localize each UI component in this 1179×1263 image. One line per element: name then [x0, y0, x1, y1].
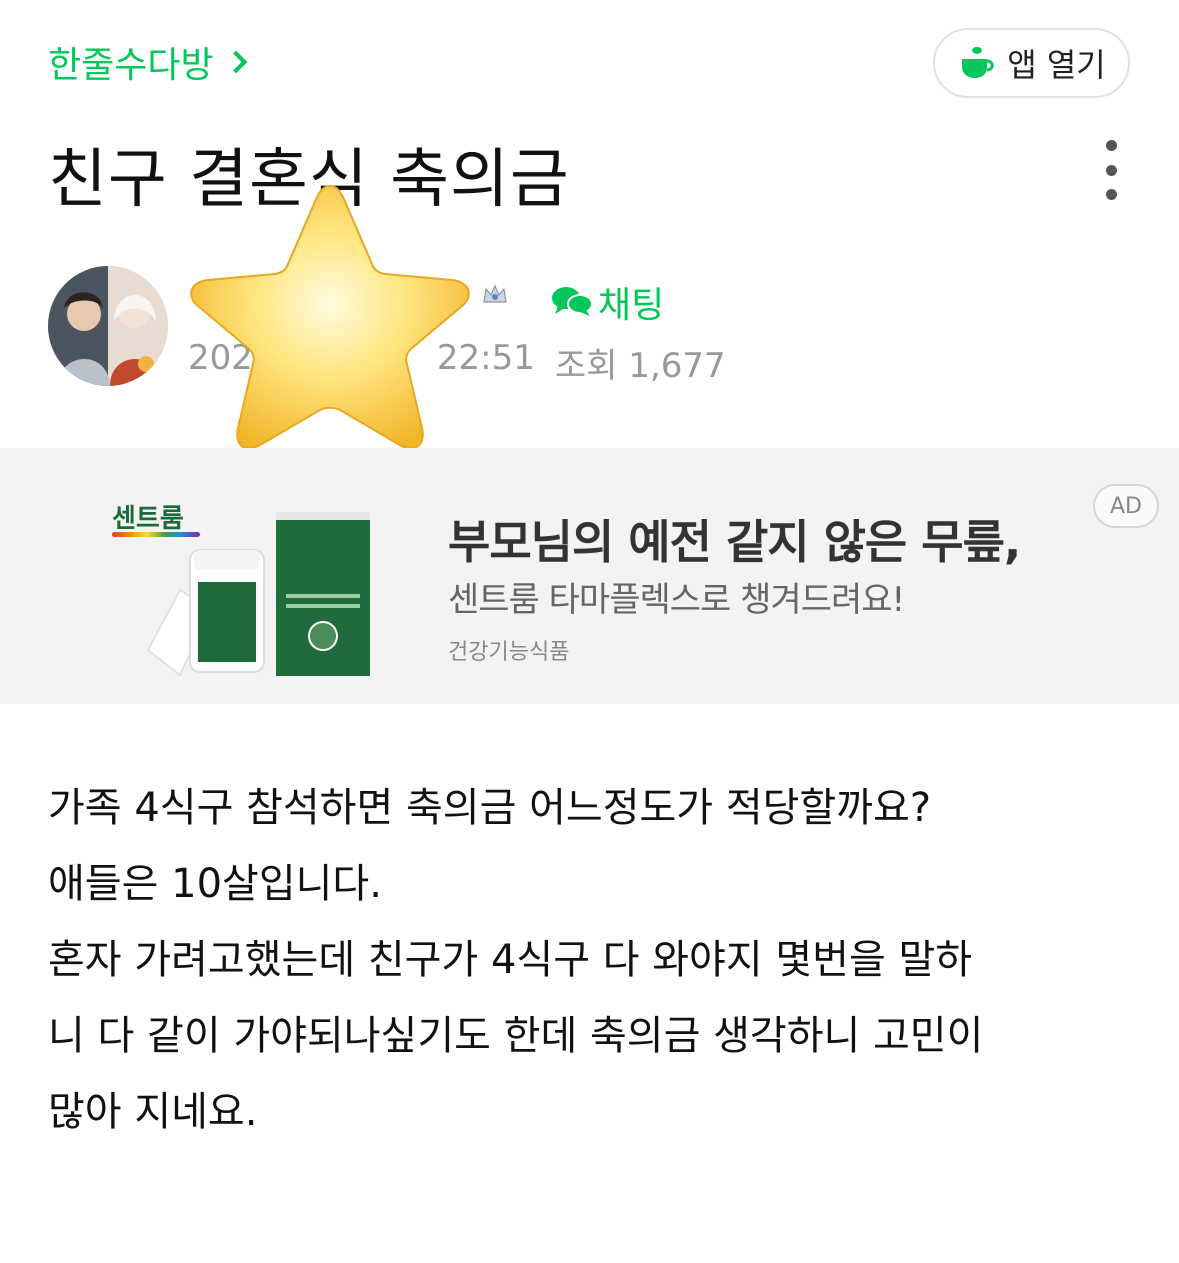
- ad-headline: 부모님의 예전 같지 않은 무릎,: [448, 515, 1021, 569]
- cafe-name-label: 한줄수다방: [48, 45, 214, 86]
- cafe-name-link[interactable]: 한줄수다방: [48, 36, 247, 88]
- ad-category: 건강기능식품: [448, 640, 570, 665]
- body-line: 혼자 가려고했는데 친구가 4식구 다 와야지 몇번을 말하: [48, 937, 973, 983]
- avatar[interactable]: [48, 266, 168, 386]
- body-line: 가족 4식구 참석하면 축의금 어느정도가 적당할까요?: [48, 785, 932, 831]
- chevron-right-icon: [224, 50, 247, 74]
- cup-icon: [962, 47, 994, 78]
- top-bar: 한줄수다방 앱 열기: [0, 0, 1179, 110]
- view-count: 조회 1,677: [554, 346, 726, 386]
- crown-grade-icon: [480, 280, 510, 314]
- ad-product-image: [146, 512, 370, 677]
- chat-bubble-icon: [552, 287, 593, 316]
- post-body: 가족 4식구 참석하면 축의금 어느정도가 적당할까요? 애들은 10살입니다.…: [48, 770, 1138, 1150]
- body-line: 많아 지네요.: [48, 1089, 258, 1135]
- app-open-label: 앱 열기: [1007, 46, 1106, 84]
- app-open-button[interactable]: 앱 열기: [933, 28, 1130, 98]
- star-emoji-overlay: [190, 184, 470, 450]
- body-line: 니 다 같이 가야되나싶기도 한데 축의금 생각하니 고민이: [48, 1013, 984, 1059]
- chat-label: 채팅: [598, 285, 665, 326]
- kebab-menu-icon[interactable]: [1096, 140, 1126, 200]
- ad-subline: 센트룸 타마플렉스로 챙겨드려요!: [448, 580, 905, 620]
- body-line: 애들은 10살입니다.: [48, 861, 382, 907]
- ad-badge[interactable]: AD: [1093, 484, 1159, 528]
- ad-banner[interactable]: 센트룸 부모님의 예전 같지 않은 무릎, 센트룸 타마플렉스로 챙겨드려요! …: [0, 448, 1179, 704]
- chat-button[interactable]: 채팅: [550, 276, 664, 328]
